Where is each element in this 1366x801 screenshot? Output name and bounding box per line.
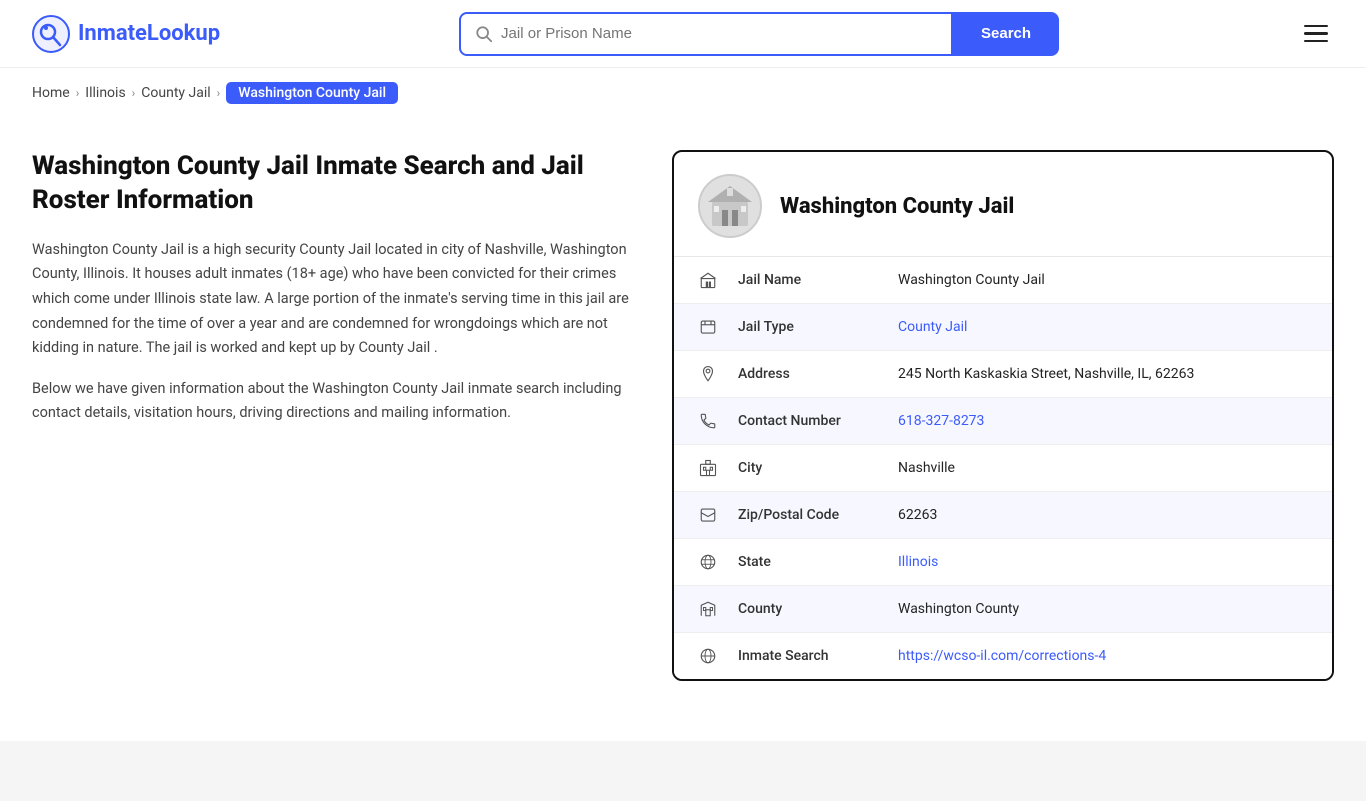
info-label: County (726, 587, 886, 631)
state-icon (674, 539, 726, 585)
info-label: Jail Name (726, 258, 886, 302)
card-title: Washington County Jail (780, 194, 1014, 219)
breadcrumb-sep1: › (76, 86, 80, 100)
search-box (459, 12, 953, 56)
menu-icon-bar1 (1304, 25, 1328, 28)
table-row: Address245 North Kaskaskia Street, Nashv… (674, 351, 1332, 398)
info-label: Contact Number (726, 399, 886, 443)
search-area: Search (459, 12, 1059, 56)
menu-icon-bar3 (1304, 40, 1328, 43)
info-link[interactable]: 618-327-8273 (898, 413, 984, 429)
info-link[interactable]: County Jail (898, 319, 967, 335)
info-value[interactable]: https://wcso-il.com/corrections-4 (886, 634, 1332, 678)
page-heading: Washington County Jail Inmate Search and… (32, 150, 632, 218)
jail-avatar (698, 174, 762, 238)
inmate-icon (674, 633, 726, 679)
description-para1: Washington County Jail is a high securit… (32, 238, 632, 361)
info-card: Washington County Jail Jail NameWashingt… (672, 150, 1334, 681)
info-label: Zip/Postal Code (726, 493, 886, 537)
footer-bar (0, 741, 1366, 801)
logo-link[interactable]: InmateLookup (32, 15, 220, 53)
breadcrumb-sep3: › (217, 86, 221, 100)
county-icon (674, 586, 726, 632)
breadcrumb-county-jail[interactable]: County Jail (141, 85, 210, 101)
info-value: 245 North Kaskaskia Street, Nashville, I… (886, 352, 1332, 396)
info-value[interactable]: 618-327-8273 (886, 399, 1332, 443)
city-icon (674, 445, 726, 491)
info-value[interactable]: County Jail (886, 305, 1332, 349)
menu-button[interactable] (1298, 19, 1334, 49)
type-icon (674, 304, 726, 350)
table-row: State Illinois (674, 539, 1332, 586)
info-value: 62263 (886, 493, 1332, 537)
info-label: Jail Type (726, 305, 886, 349)
info-value: Washington County Jail (886, 258, 1332, 302)
left-panel: Washington County Jail Inmate Search and… (32, 150, 672, 442)
building-icon (704, 180, 756, 232)
table-row: Contact Number 618-327-8273 (674, 398, 1332, 445)
info-label: Inmate Search (726, 634, 886, 678)
info-link[interactable]: Illinois (898, 554, 938, 570)
logo-text: InmateLookup (78, 21, 220, 46)
breadcrumb-home[interactable]: Home (32, 85, 70, 101)
search-input[interactable] (501, 25, 937, 42)
info-value[interactable]: Illinois (886, 540, 1332, 584)
main-content: Washington County Jail Inmate Search and… (0, 118, 1366, 721)
logo-icon (32, 15, 70, 53)
jail-icon (674, 257, 726, 303)
info-value: Nashville (886, 446, 1332, 490)
breadcrumb-current: Washington County Jail (226, 82, 398, 104)
phone-icon (674, 398, 726, 444)
table-row: Zip/Postal Code62263 (674, 492, 1332, 539)
table-row: Inmate Search https://wcso-il.com/correct… (674, 633, 1332, 679)
info-label: State (726, 540, 886, 584)
card-header: Washington County Jail (674, 152, 1332, 257)
breadcrumb-sep2: › (132, 86, 136, 100)
description-para2: Below we have given information about th… (32, 377, 632, 426)
search-icon (475, 25, 493, 43)
table-row: Jail NameWashington County Jail (674, 257, 1332, 304)
location-icon (674, 351, 726, 397)
info-value: Washington County (886, 587, 1332, 631)
info-rows: Jail NameWashington County JailJail Type… (674, 257, 1332, 679)
search-button[interactable]: Search (953, 12, 1059, 56)
zip-icon (674, 492, 726, 538)
info-label: Address (726, 352, 886, 396)
table-row: CityNashville (674, 445, 1332, 492)
info-label: City (726, 446, 886, 490)
header: InmateLookup Search (0, 0, 1366, 68)
breadcrumb: Home › Illinois › County Jail › Washingt… (0, 68, 1366, 118)
breadcrumb-illinois[interactable]: Illinois (85, 85, 125, 101)
table-row: Jail Type County Jail (674, 304, 1332, 351)
menu-icon-bar2 (1304, 32, 1328, 35)
table-row: CountyWashington County (674, 586, 1332, 633)
info-link[interactable]: https://wcso-il.com/corrections-4 (898, 648, 1106, 664)
